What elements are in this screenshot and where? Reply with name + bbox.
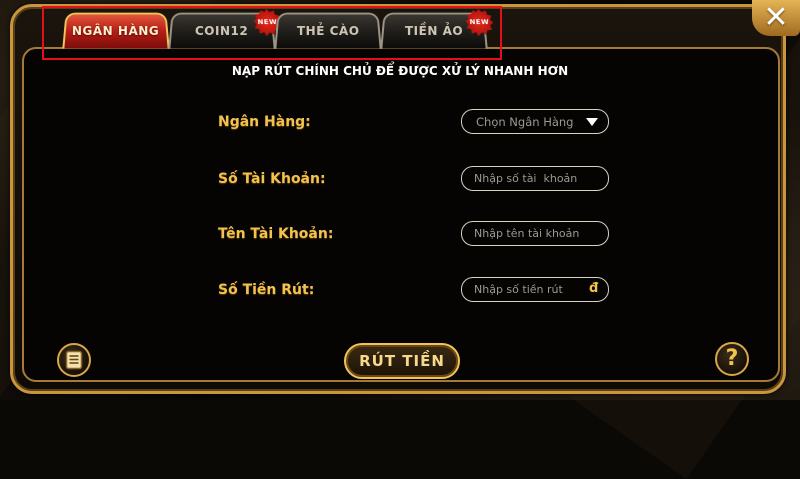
close-icon: ✕ — [763, 0, 789, 35]
account-name-input[interactable] — [461, 221, 609, 246]
tab-highlight-box — [42, 6, 502, 60]
history-button[interactable] — [57, 343, 91, 377]
currency-symbol: đ — [589, 281, 599, 296]
account-number-row: Số Tài Khoản: — [0, 166, 800, 196]
bank-label: Ngân Hàng: — [218, 114, 311, 130]
amount-input[interactable] — [461, 277, 609, 302]
bank-select[interactable]: Chọn Ngân Hàng — [461, 109, 609, 134]
amount-label: Số Tiền Rút: — [218, 282, 315, 298]
close-button[interactable]: ✕ — [752, 0, 800, 36]
bank-row: Ngân Hàng: Chọn Ngân Hàng — [0, 109, 800, 139]
amount-row: Số Tiền Rút: đ — [0, 277, 800, 307]
account-number-input[interactable] — [461, 166, 609, 191]
account-number-label: Số Tài Khoản: — [218, 171, 326, 187]
help-icon: ? — [725, 346, 739, 371]
caret-down-icon — [586, 117, 598, 126]
account-name-label: Tên Tài Khoản: — [218, 226, 334, 242]
help-button[interactable]: ? — [715, 342, 749, 376]
content-panel — [22, 47, 780, 382]
notepad-icon — [65, 350, 83, 370]
account-name-row: Tên Tài Khoản: — [0, 221, 800, 251]
withdraw-button[interactable]: RÚT TIỀN — [344, 343, 460, 379]
notice-text: NẠP RÚT CHÍNH CHỦ ĐỂ ĐƯỢC XỬ LÝ NHANH HƠ… — [231, 64, 569, 78]
bank-select-value: Chọn Ngân Hàng — [476, 114, 574, 129]
